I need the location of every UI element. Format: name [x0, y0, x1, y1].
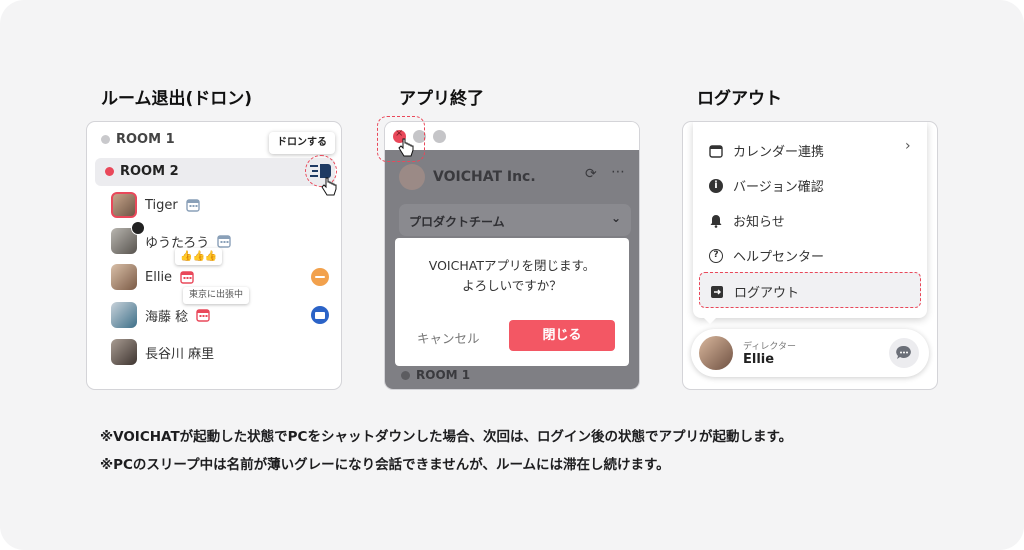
- room-dot-active: [105, 167, 114, 176]
- chat-icon: [896, 345, 911, 359]
- company-name: VOICHAT Inc.: [433, 169, 536, 185]
- member-name: 海藤 稔: [145, 309, 189, 325]
- cancel-button[interactable]: キャンセル: [417, 328, 480, 347]
- reaction-badge: 👍👍👍: [175, 248, 223, 265]
- member-row[interactable]: Tiger: [111, 192, 200, 218]
- bell-icon: [710, 214, 722, 228]
- avatar: [111, 264, 137, 290]
- refresh-icon[interactable]: ⟳: [585, 166, 597, 182]
- close-app-button[interactable]: 閉じる: [509, 320, 615, 351]
- member-name: Tiger: [145, 197, 178, 213]
- chat-button[interactable]: [889, 338, 919, 368]
- maximize-window-button[interactable]: [433, 130, 446, 143]
- menu-item-calendar[interactable]: カレンダー連携: [709, 141, 824, 160]
- room-1-label: ROOM 1: [116, 132, 175, 147]
- menu-label: カレンダー連携: [733, 145, 825, 160]
- help-icon: ?: [709, 248, 723, 263]
- title-room-leave: ルーム退出(ドロン): [101, 89, 253, 109]
- avatar: [699, 336, 733, 370]
- room-2[interactable]: ROOM 2: [95, 158, 335, 186]
- dialog-question: よろしいですか？: [462, 278, 562, 293]
- menu-item-version[interactable]: i バージョン確認: [709, 176, 824, 195]
- sub-avatar: [131, 221, 145, 235]
- settings-menu: カレンダー連携 › i バージョン確認 お知らせ ? ヘルプセンター ログアウト: [693, 122, 927, 318]
- more-icon[interactable]: ⋯: [611, 164, 625, 180]
- member-name: 長谷川 麻里: [145, 346, 215, 362]
- team-name: プロダクトチーム: [409, 215, 505, 229]
- room-panel: ROOM 1 ドロンする ROOM 2 Tiger ゆうたろう 👍👍👍 Elli…: [86, 121, 342, 390]
- chevron-right-icon: ›: [905, 138, 911, 154]
- pointer-cursor-icon: [398, 138, 414, 157]
- menu-label: ヘルプセンター: [733, 250, 825, 265]
- member-row[interactable]: 長谷川 麻里: [111, 339, 214, 365]
- room-1-label: ROOM 1: [416, 368, 471, 382]
- menu-label: ログアウト: [734, 286, 800, 301]
- logout-icon: [711, 285, 723, 298]
- room-2-label: ROOM 2: [120, 164, 179, 179]
- room-1[interactable]: ROOM 1: [101, 132, 175, 147]
- avatar: [111, 339, 137, 365]
- menu-label: バージョン確認: [733, 180, 824, 195]
- user-role: ディレクター: [743, 342, 797, 352]
- member-row[interactable]: Ellie: [111, 264, 194, 290]
- logout-panel: カレンダー連携 › i バージョン確認 お知らせ ? ヘルプセンター ログアウト: [682, 121, 938, 390]
- team-selector[interactable]: プロダクトチーム ⌄: [399, 204, 631, 236]
- dimmed-overlay: VOICHAT Inc. ⟳ ⋯ プロダクトチーム ⌄ VOICHATアプリを閉…: [385, 150, 639, 389]
- user-name: Ellie: [743, 352, 775, 367]
- chevron-down-icon: ⌄: [610, 211, 621, 225]
- title-logout: ログアウト: [697, 89, 782, 109]
- note-sleep: ※PCのスリープ中は名前が薄いグレーになり会話できませんが、ルームには滞在し続け…: [100, 457, 670, 473]
- member-row[interactable]: 海藤 稔: [111, 302, 210, 328]
- member-name: Ellie: [145, 269, 173, 285]
- calendar-icon: [186, 199, 200, 212]
- calendar-icon: [217, 235, 231, 248]
- tooltip: ドロンする: [269, 132, 335, 154]
- avatar: [111, 302, 137, 328]
- app-window: × VOICHAT Inc. ⟳ ⋯ プロダクトチーム ⌄ VOICHATアプリ…: [384, 121, 640, 390]
- away-status-icon: [311, 268, 329, 286]
- info-icon: i: [709, 178, 723, 193]
- room-dot: [401, 370, 410, 380]
- room-1[interactable]: ROOM 1: [401, 368, 470, 382]
- menu-item-logout[interactable]: ログアウト: [699, 272, 921, 308]
- dialog-message: VOICHATアプリを閉じます。: [428, 258, 596, 273]
- menu-label: お知らせ: [733, 215, 785, 230]
- calendar-icon: [709, 144, 723, 158]
- frame: ルーム退出(ドロン) アプリ終了 ログアウト ROOM 1 ドロンする ROOM…: [0, 0, 1024, 550]
- user-card[interactable]: ディレクター Ellie: [691, 329, 929, 377]
- pointer-cursor-icon: [321, 177, 337, 196]
- menu-item-help[interactable]: ? ヘルプセンター: [709, 246, 824, 265]
- avatar: [111, 192, 137, 218]
- calendar-icon: [196, 309, 210, 322]
- company-logo: [399, 164, 425, 190]
- briefcase-icon: [311, 306, 329, 324]
- menu-item-notice[interactable]: お知らせ: [709, 211, 785, 230]
- title-app-quit: アプリ終了: [399, 89, 484, 109]
- calendar-icon: [180, 271, 194, 284]
- note-shutdown: ※VOICHATが起動した状態でPCをシャットダウンした場合、次回は、ログイン後…: [100, 429, 793, 445]
- room-dot: [101, 135, 110, 144]
- confirm-dialog: VOICHATアプリを閉じます。 よろしいですか？ キャンセル 閉じる: [395, 238, 629, 366]
- menu-caret: [703, 317, 717, 324]
